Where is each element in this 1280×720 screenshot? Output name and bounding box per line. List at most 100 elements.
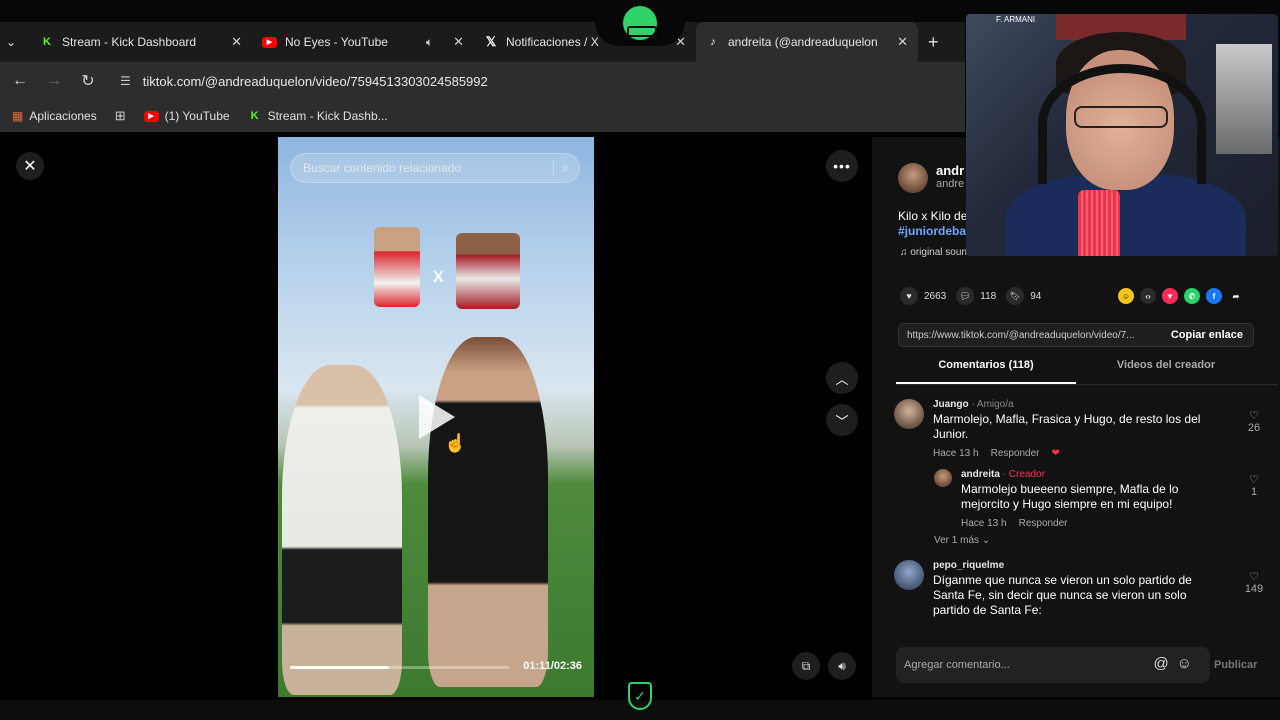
embed-code-icon[interactable]: ‹› bbox=[1140, 288, 1156, 304]
bookmark-label: Stream - Kick Dashb... bbox=[267, 109, 388, 123]
close-icon: ✕ bbox=[23, 158, 37, 175]
comment-like-button[interactable]: ♡ 26 bbox=[1244, 409, 1264, 434]
like-count: 2663 bbox=[924, 290, 947, 302]
video-player[interactable]: Buscar contenido relacionado ⌕ X ☝ 01:11… bbox=[278, 137, 594, 697]
avatar[interactable] bbox=[934, 469, 952, 487]
background-poster bbox=[1216, 44, 1272, 154]
comment-like-button[interactable]: ♡ 149 bbox=[1244, 570, 1264, 595]
bookmark-apps[interactable]: ▦ Aplicaciones bbox=[12, 109, 97, 123]
tab-youtube[interactable]: ▶ No Eyes - YouTube 🔈︎ ✕ bbox=[252, 22, 474, 62]
send-icon[interactable]: ▼ bbox=[1162, 288, 1178, 304]
close-video-button[interactable]: ✕ bbox=[16, 152, 44, 180]
author-name[interactable]: andr bbox=[936, 163, 964, 178]
save-count: 94 bbox=[1030, 290, 1042, 302]
avatar[interactable] bbox=[898, 163, 928, 193]
comment-username: andreita bbox=[961, 469, 1000, 480]
comment-time: Hace 13 h bbox=[933, 448, 979, 459]
comment-user[interactable]: pepo_riquelme bbox=[933, 560, 1223, 571]
tiktok-icon: ♪ bbox=[710, 36, 716, 48]
microphone-icon bbox=[1078, 190, 1120, 256]
comment-button[interactable]: 💬︎ 118 bbox=[956, 287, 996, 305]
creator-badge: · Creador bbox=[999, 469, 1045, 480]
comment-username: pepo_riquelme bbox=[933, 560, 1005, 571]
post-description: Kilo x Kilo de #juniordeba bbox=[898, 209, 967, 239]
view-more-replies[interactable]: Ver 1 más ⌄ bbox=[934, 535, 1264, 546]
heart-icon: ♥ bbox=[900, 287, 918, 305]
chevron-down-icon: ﹀ bbox=[835, 413, 849, 429]
next-video-button[interactable]: ﹀ bbox=[826, 404, 858, 436]
previous-video-button[interactable]: ︿ bbox=[826, 362, 858, 394]
friends-share-icon[interactable]: ☺ bbox=[1118, 288, 1134, 304]
kick-icon: K bbox=[250, 110, 259, 122]
tab-kick-dashboard[interactable]: K Stream - Kick Dashboard ✕ bbox=[30, 22, 252, 62]
reply-button[interactable]: Responder bbox=[1019, 518, 1068, 529]
close-tab-icon[interactable]: ✕ bbox=[897, 34, 908, 50]
search-icon[interactable]: ⌕ bbox=[552, 160, 569, 176]
share-arrow-icon[interactable]: ➦ bbox=[1228, 288, 1244, 304]
floating-player-button[interactable]: ⧉ bbox=[792, 652, 820, 680]
creator-liked-badge: ❤ bbox=[1051, 448, 1060, 459]
copy-link-button[interactable]: Copiar enlace bbox=[1171, 329, 1243, 341]
site-info-icon[interactable]: ☰ bbox=[120, 74, 131, 88]
more-options-button[interactable]: ••• bbox=[826, 150, 858, 182]
forward-arrow-icon[interactable]: → bbox=[44, 72, 64, 90]
author-handle: andre bbox=[936, 178, 965, 190]
panel-tabs: Comentarios (118) Videos del creador bbox=[896, 359, 1278, 385]
publish-button[interactable]: Publicar bbox=[1214, 659, 1257, 671]
comment-input[interactable]: Agregar comentario... @☺ bbox=[896, 647, 1210, 683]
emoji-icon[interactable]: ☺ bbox=[1177, 655, 1200, 672]
tab-list-button[interactable]: ⌄ bbox=[0, 22, 30, 62]
list-item: andreita · Creador Marmolejo bueeeno sie… bbox=[934, 469, 1264, 529]
avatar[interactable] bbox=[894, 399, 924, 429]
mouse-cursor-icon: ☝ bbox=[444, 433, 467, 453]
tab-label: andreita (@andreaduquelon) | T bbox=[728, 35, 878, 49]
comment-placeholder: Agregar comentario... bbox=[904, 659, 1010, 671]
speaker-icon[interactable]: 🔈︎ bbox=[426, 35, 433, 50]
close-tab-icon[interactable]: ✕ bbox=[231, 34, 242, 50]
hashtag-link[interactable]: #juniordeba bbox=[898, 224, 967, 239]
bookmark-label: (1) YouTube bbox=[164, 109, 230, 123]
like-button[interactable]: ♥ 2663 bbox=[900, 287, 946, 305]
related-search-input[interactable]: Buscar contenido relacionado ⌕ bbox=[290, 153, 580, 183]
tab-groups-icon[interactable]: ⊞ bbox=[115, 108, 126, 124]
footballer-image-left bbox=[374, 227, 420, 307]
video-link-box[interactable]: https://www.tiktok.com/@andreaduquelon/v… bbox=[898, 323, 1254, 347]
reply-button[interactable]: Responder bbox=[991, 448, 1040, 459]
reload-icon[interactable]: ↻ bbox=[78, 71, 98, 91]
tab-creator-videos[interactable]: Videos del creador bbox=[1076, 359, 1256, 384]
tab-tiktok[interactable]: ♪ andreita (@andreaduquelon) | T ✕ bbox=[696, 22, 918, 62]
comment-like-count: 149 bbox=[1244, 583, 1264, 595]
bookmark-youtube[interactable]: ▶ (1) YouTube bbox=[143, 109, 230, 123]
footballer-image-right bbox=[456, 233, 520, 309]
new-tab-button[interactable]: + bbox=[918, 22, 958, 62]
video-link-text: https://www.tiktok.com/@andreaduquelon/v… bbox=[907, 329, 1135, 341]
heart-outline-icon: ♡ bbox=[1249, 474, 1259, 486]
picture-in-picture-icon: ⧉ bbox=[801, 658, 811, 673]
avatar[interactable] bbox=[894, 560, 924, 590]
mention-icon[interactable]: @ bbox=[1153, 655, 1176, 672]
video-person-left bbox=[282, 365, 402, 695]
tab-label: No Eyes - YouTube bbox=[285, 35, 388, 49]
overlay-top-notch bbox=[595, 0, 685, 46]
comment-user[interactable]: andreita · Creador bbox=[961, 469, 1211, 480]
tab-comments[interactable]: Comentarios (118) bbox=[896, 359, 1076, 384]
bookmark-kick[interactable]: K Stream - Kick Dashb... bbox=[248, 109, 388, 123]
comment-bubble-icon: 💬︎ bbox=[956, 287, 975, 305]
bookmark-icon: 🔖︎ bbox=[1006, 287, 1025, 305]
author-block[interactable]: andr andre bbox=[898, 163, 964, 193]
back-arrow-icon[interactable]: ← bbox=[10, 72, 30, 90]
view-more-label: Ver 1 más bbox=[934, 535, 980, 546]
comment-like-count: 26 bbox=[1247, 422, 1261, 434]
video-progress-bar[interactable] bbox=[290, 666, 510, 669]
url-field[interactable]: ☰ tiktok.com/@andreaduquelon/video/75945… bbox=[120, 74, 488, 89]
facebook-icon[interactable]: f bbox=[1206, 288, 1222, 304]
whatsapp-icon[interactable]: ✆ bbox=[1184, 288, 1200, 304]
close-tab-icon[interactable]: ✕ bbox=[453, 34, 464, 50]
comment-text: Marmolejo, Mafla, Frasica y Hugo, de res… bbox=[933, 412, 1201, 441]
comment-user[interactable]: Juango · Amigo/a bbox=[933, 399, 1223, 410]
volume-button[interactable]: 🔊︎ bbox=[828, 652, 856, 680]
url-text: tiktok.com/@andreaduquelon/video/7594513… bbox=[142, 73, 488, 89]
save-button[interactable]: 🔖︎ 94 bbox=[1006, 287, 1041, 305]
chevron-up-icon: ︿ bbox=[835, 371, 849, 387]
comment-like-button[interactable]: ♡ 1 bbox=[1244, 473, 1264, 498]
